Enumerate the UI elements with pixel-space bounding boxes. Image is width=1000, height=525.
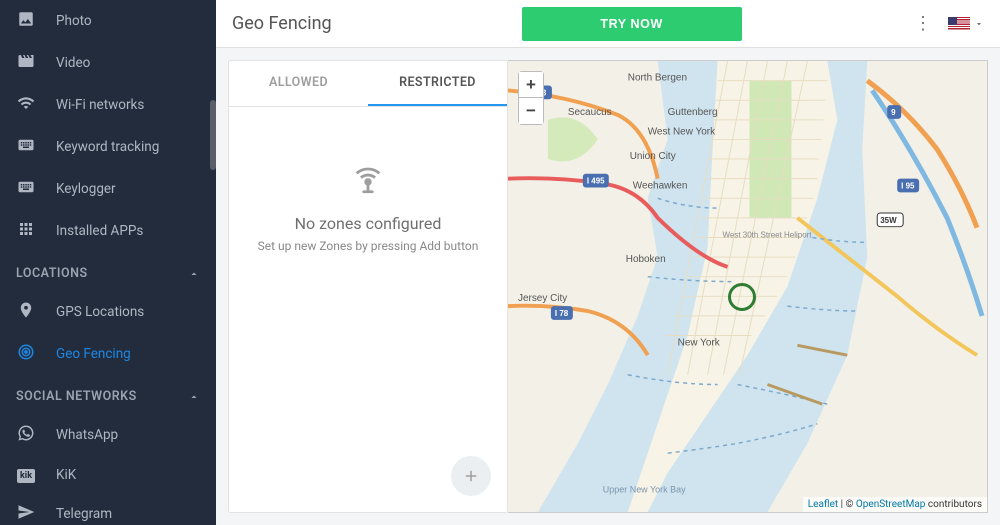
sidebar-item-video[interactable]: Video	[0, 42, 216, 84]
geo-marker[interactable]	[728, 283, 756, 311]
svg-text:Secaucus: Secaucus	[568, 107, 612, 118]
empty-state: No zones configured Set up new Zones by …	[229, 107, 507, 512]
video-icon	[16, 52, 36, 74]
sidebar-item-geofencing[interactable]: Geo Fencing	[0, 333, 216, 375]
language-selector[interactable]	[948, 17, 984, 31]
svg-text:I 78: I 78	[555, 309, 569, 318]
chevron-up-icon	[188, 391, 200, 403]
svg-text:Weehawken: Weehawken	[633, 181, 688, 192]
target-icon	[16, 343, 36, 365]
svg-text:West 30th Street Heliport: West 30th Street Heliport	[723, 231, 813, 240]
sidebar-item-photo[interactable]: Photo	[0, 0, 216, 42]
try-now-button[interactable]: TRY NOW	[522, 7, 742, 41]
keyboard-icon	[16, 178, 36, 200]
sidebar-item-gps[interactable]: GPS Locations	[0, 291, 216, 333]
sidebar-item-telegram[interactable]: Telegram	[0, 493, 216, 525]
add-zone-button[interactable]	[451, 456, 491, 496]
page-title: Geo Fencing	[232, 13, 332, 34]
sidebar-section-locations[interactable]: LOCATIONS	[0, 252, 216, 291]
telegram-icon	[16, 503, 36, 525]
us-flag-icon	[948, 17, 970, 31]
sidebar: Photo Video Wi-Fi networks Keyword track…	[0, 0, 216, 525]
sidebar-item-kik[interactable]: kik KiK	[0, 456, 216, 493]
sidebar-item-keylogger[interactable]: Keylogger	[0, 168, 216, 210]
pin-icon	[16, 301, 36, 323]
svg-text:Jersey City: Jersey City	[518, 293, 567, 304]
plus-icon	[462, 467, 480, 485]
wifi-icon	[16, 94, 36, 116]
svg-text:Union City: Union City	[630, 151, 676, 162]
more-menu-icon[interactable]: ⋮	[914, 13, 932, 34]
sidebar-item-label: Keylogger	[56, 181, 116, 197]
keyboard-icon	[16, 136, 36, 158]
map[interactable]: North Bergen Guttenberg West New York Un…	[508, 60, 988, 513]
svg-text:I 495: I 495	[587, 177, 605, 186]
zones-panel: ALLOWED RESTRICTED No zones configured S…	[228, 60, 508, 513]
chevron-up-icon	[188, 268, 200, 280]
zoom-in-button[interactable]: +	[519, 72, 543, 98]
apps-icon	[16, 220, 36, 242]
svg-text:New York: New York	[678, 337, 720, 348]
sidebar-item-label: KiK	[56, 467, 76, 483]
svg-text:35W: 35W	[880, 216, 897, 225]
empty-title: No zones configured	[295, 214, 442, 233]
svg-text:West New York: West New York	[648, 127, 715, 138]
section-title: SOCIAL NETWORKS	[16, 389, 137, 404]
svg-text:Guttenberg: Guttenberg	[668, 107, 718, 118]
svg-text:I 95: I 95	[901, 182, 915, 191]
leaflet-link[interactable]: Leaflet	[808, 499, 838, 510]
map-attribution: Leaflet | © OpenStreetMap contributors	[803, 497, 987, 512]
main-area: Geo Fencing TRY NOW ⋮ ALLOWED RESTRICTED…	[216, 0, 1000, 525]
svg-text:9: 9	[891, 108, 896, 117]
svg-text:Hoboken: Hoboken	[626, 254, 666, 265]
tab-restricted[interactable]: RESTRICTED	[368, 61, 507, 106]
section-title: LOCATIONS	[16, 266, 88, 281]
content: ALLOWED RESTRICTED No zones configured S…	[216, 48, 1000, 525]
sidebar-item-label: GPS Locations	[56, 304, 144, 320]
sidebar-item-label: WhatsApp	[56, 427, 118, 443]
whatsapp-icon	[16, 424, 36, 446]
tab-allowed[interactable]: ALLOWED	[229, 61, 368, 106]
sidebar-item-keyword[interactable]: Keyword tracking	[0, 126, 216, 168]
sidebar-item-wifi[interactable]: Wi-Fi networks	[0, 84, 216, 126]
zoom-out-button[interactable]: −	[519, 98, 543, 124]
sidebar-section-social[interactable]: SOCIAL NETWORKS	[0, 375, 216, 414]
kik-icon: kik	[16, 466, 36, 483]
osm-link[interactable]: OpenStreetMap	[856, 499, 926, 510]
sidebar-item-label: Wi-Fi networks	[56, 97, 144, 113]
chevron-down-icon	[974, 19, 984, 29]
topbar: Geo Fencing TRY NOW ⋮	[216, 0, 1000, 48]
tabs: ALLOWED RESTRICTED	[229, 61, 507, 107]
sidebar-item-label: Keyword tracking	[56, 139, 159, 155]
sidebar-item-label: Geo Fencing	[56, 346, 131, 362]
empty-subtitle: Set up new Zones by pressing Add button	[258, 239, 479, 253]
photo-icon	[16, 10, 36, 32]
svg-text:Upper New York Bay: Upper New York Bay	[603, 484, 686, 494]
sidebar-item-label: Telegram	[56, 506, 112, 522]
svg-text:North Bergen: North Bergen	[628, 73, 687, 84]
antenna-icon	[351, 162, 385, 200]
sidebar-item-label: Installed APPs	[56, 223, 143, 239]
sidebar-item-label: Video	[56, 55, 90, 71]
scrollbar-thumb[interactable]	[210, 100, 216, 170]
sidebar-item-whatsapp[interactable]: WhatsApp	[0, 414, 216, 456]
sidebar-item-apps[interactable]: Installed APPs	[0, 210, 216, 252]
sidebar-item-label: Photo	[56, 13, 92, 29]
map-zoom-controls: + −	[518, 71, 544, 125]
